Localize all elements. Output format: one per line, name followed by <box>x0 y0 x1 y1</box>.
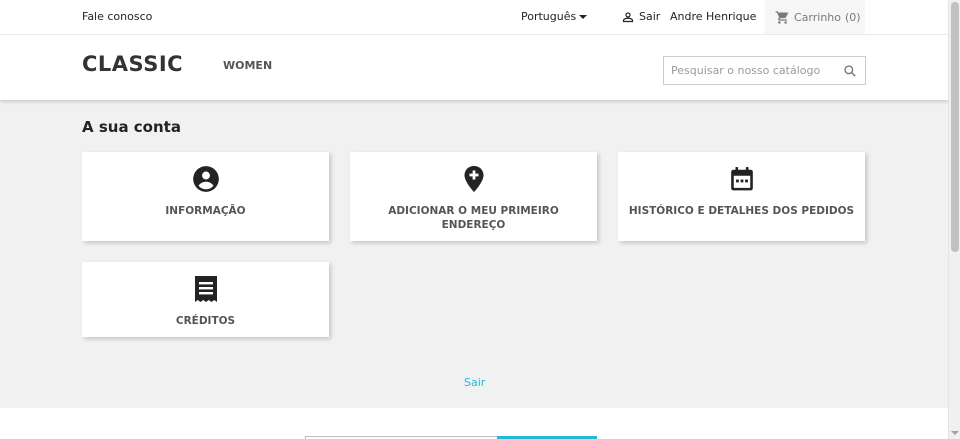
logout-link[interactable]: Sair <box>464 376 485 389</box>
search-box <box>663 56 866 85</box>
footer <box>0 408 948 439</box>
header: CLASSIC WOMEN <box>0 35 948 100</box>
account-card-information[interactable]: INFORMAÇÃO <box>82 152 329 241</box>
search-icon[interactable] <box>843 64 857 78</box>
account-username[interactable]: Andre Henrique <box>670 10 756 23</box>
cart-button[interactable]: Carrinho (0) <box>765 0 865 34</box>
scrollbar-thumb[interactable] <box>951 2 959 252</box>
card-label: ADICIONAR O MEU PRIMEIRO ENDEREÇO <box>388 205 559 231</box>
account-circle-icon <box>192 165 219 192</box>
language-selector[interactable]: Português <box>521 10 588 23</box>
shopping-cart-icon <box>775 10 789 24</box>
card-label: CRÉDITOS <box>175 315 236 327</box>
user-icon <box>622 11 634 22</box>
signout-link[interactable]: Sair <box>622 10 660 23</box>
calendar-icon <box>730 166 753 190</box>
account-card-order-history[interactable]: HISTÓRICO E DETALHES DOS PEDIDOS <box>618 152 865 241</box>
receipt-icon <box>194 275 217 302</box>
language-label: Português <box>521 10 577 23</box>
caret-down-icon <box>579 15 588 19</box>
page-scrollbar[interactable] <box>948 0 960 439</box>
page: Fale conosco Português Sair Andre Henriq… <box>0 0 948 439</box>
card-label: HISTÓRICO E DETALHES DOS PEDIDOS <box>628 205 855 217</box>
contact-link[interactable]: Fale conosco <box>82 10 152 23</box>
signout-label: Sair <box>639 10 661 23</box>
add-location-icon <box>464 165 483 192</box>
menu-item-women[interactable]: WOMEN <box>223 59 272 72</box>
account-card-credits[interactable]: CRÉDITOS <box>82 262 329 337</box>
account-section: A sua conta INFORMAÇÃO ADICIONAR O MEU P… <box>0 100 948 408</box>
card-label: INFORMAÇÃO <box>165 205 246 217</box>
logo[interactable]: CLASSIC <box>82 52 183 76</box>
cart-count: (0) <box>845 10 861 24</box>
cart-label: Carrinho <box>794 10 842 24</box>
page-title: A sua conta <box>82 118 181 136</box>
search-input[interactable] <box>664 57 834 84</box>
top-nav: Fale conosco Português Sair Andre Henriq… <box>0 0 948 35</box>
account-card-add-address[interactable]: ADICIONAR O MEU PRIMEIRO ENDEREÇO <box>350 152 597 241</box>
scroll-down-arrow-icon[interactable] <box>951 431 959 435</box>
